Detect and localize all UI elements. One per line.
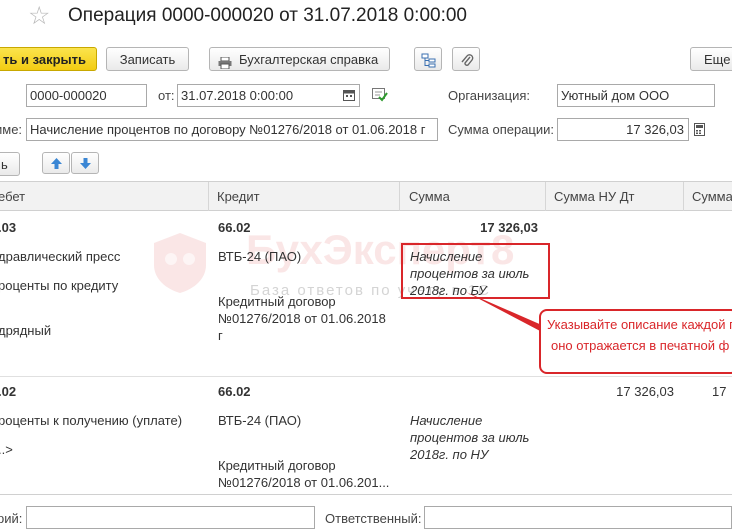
column-sum-2[interactable]: Сумма — [692, 189, 732, 204]
accounting-report-label: Бухгалтерская справка — [239, 52, 379, 67]
add-row-button[interactable]: ь — [0, 152, 20, 176]
printer-icon — [218, 53, 232, 70]
sum-nu-dt-value: 17 326,03 — [616, 384, 674, 399]
content-field[interactable]: Начисление процентов по договору №01276/… — [26, 118, 438, 141]
hint-callout: Указывайте описание каждой пр оно отража… — [539, 309, 732, 374]
accounting-report-button[interactable]: Бухгалтерская справка — [209, 47, 390, 71]
callout-arrow — [466, 292, 544, 332]
number-field[interactable]: 0000-000020 — [26, 84, 147, 107]
credit-account: 66.02 — [218, 220, 251, 235]
arrow-up-icon — [50, 157, 63, 173]
column-sum[interactable]: Сумма — [409, 189, 450, 204]
posting-status-icon[interactable] — [372, 88, 388, 105]
entry-content: Начисление процентов за июль 2018г. по Н… — [410, 413, 530, 462]
sum-field[interactable]: 17 326,03 — [557, 118, 689, 141]
sum-value: 17 326,03 — [480, 220, 538, 235]
page-title: Операция 0000-000020 от 31.07.2018 0:00:… — [68, 5, 467, 26]
debit-account: .03 — [0, 220, 17, 235]
organization-field[interactable]: Уютный дом ООО — [557, 84, 715, 107]
credit-subconto-2: Кредитный договор №01276/2018 от 01.06.2… — [218, 458, 390, 490]
save-button[interactable]: Записать — [106, 47, 189, 71]
hint-line-1: Указывайте описание каждой пр — [547, 317, 732, 332]
sum-cut-value: 17 — [712, 384, 727, 399]
column-debit[interactable]: ебет — [0, 189, 25, 204]
column-credit[interactable]: Кредит — [217, 189, 260, 204]
more-button[interactable]: Еще — [690, 47, 732, 71]
responsible-field[interactable] — [424, 506, 732, 529]
paperclip-icon — [460, 52, 474, 76]
table-header: ебет Кредит Сумма Сумма НУ Дт Сумма — [0, 181, 732, 211]
credit-account: 66.02 — [218, 384, 251, 399]
debit-subconto-3: дрядный — [0, 323, 52, 338]
date-label: от: — [158, 88, 175, 103]
credit-subconto-1: ВТБ-24 (ПАО) — [218, 249, 302, 264]
column-sum-nu-dt[interactable]: Сумма НУ Дт — [554, 189, 634, 204]
date-field[interactable]: 31.07.2018 0:00:00 — [177, 84, 360, 107]
structure-button[interactable] — [414, 47, 442, 71]
hierarchy-icon — [421, 52, 436, 76]
move-down-button[interactable] — [71, 152, 99, 174]
content-label: име: — [0, 122, 23, 137]
calendar-icon[interactable] — [340, 85, 358, 106]
debit-subconto-1: роценты к получению (уплате) — [0, 413, 183, 428]
sum-label: Сумма операции: — [448, 122, 554, 137]
hint-line-2: оно отражается в печатной ф — [551, 338, 730, 353]
calculator-icon[interactable] — [690, 119, 708, 140]
comment-field[interactable] — [26, 506, 315, 529]
arrow-down-icon — [79, 157, 92, 173]
credit-subconto-1: ВТБ-24 (ПАО) — [218, 413, 302, 428]
responsible-label: Ответственный: — [325, 511, 422, 526]
favorite-star-icon[interactable]: ☆ — [28, 1, 50, 31]
debit-subconto-2: роценты по кредиту — [0, 278, 119, 293]
post-and-close-button[interactable]: ть и закрыть — [0, 47, 97, 71]
debit-account: .02 — [0, 384, 17, 399]
move-up-button[interactable] — [42, 152, 70, 174]
attachments-button[interactable] — [452, 47, 480, 71]
organization-label: Организация: — [448, 88, 531, 103]
watermark-logo-icon — [150, 231, 210, 298]
credit-subconto-2: Кредитный договор №01276/2018 от 01.06.2… — [218, 294, 386, 343]
debit-subconto-2: ..> — [0, 442, 13, 457]
debit-subconto-1: дравлический пресс — [0, 249, 121, 264]
comment-label: рий: — [0, 511, 23, 526]
